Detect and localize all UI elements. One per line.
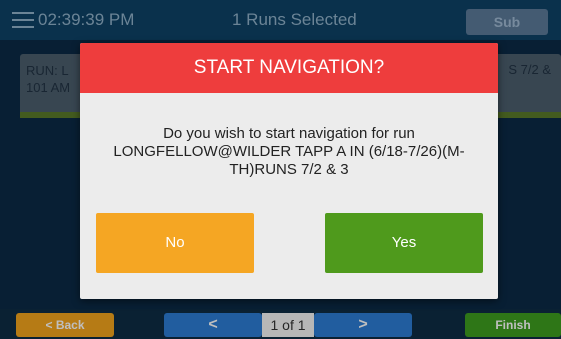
yes-button[interactable]: Yes <box>325 213 483 273</box>
no-button[interactable]: No <box>96 213 254 273</box>
dialog-message-line2: LONGFELLOW@WILDER TAPP A IN (6/18-7/26)(… <box>113 143 465 160</box>
dialog-message-line3: TH)RUNS 7/2 & 3 <box>229 161 349 178</box>
dialog-message-line1: Do you wish to start navigation for run <box>163 125 415 142</box>
dialog-message: Do you wish to start navigation for run … <box>80 125 498 179</box>
start-navigation-dialog: START NAVIGATION? Do you wish to start n… <box>80 43 498 299</box>
dialog-title: START NAVIGATION? <box>80 43 498 93</box>
